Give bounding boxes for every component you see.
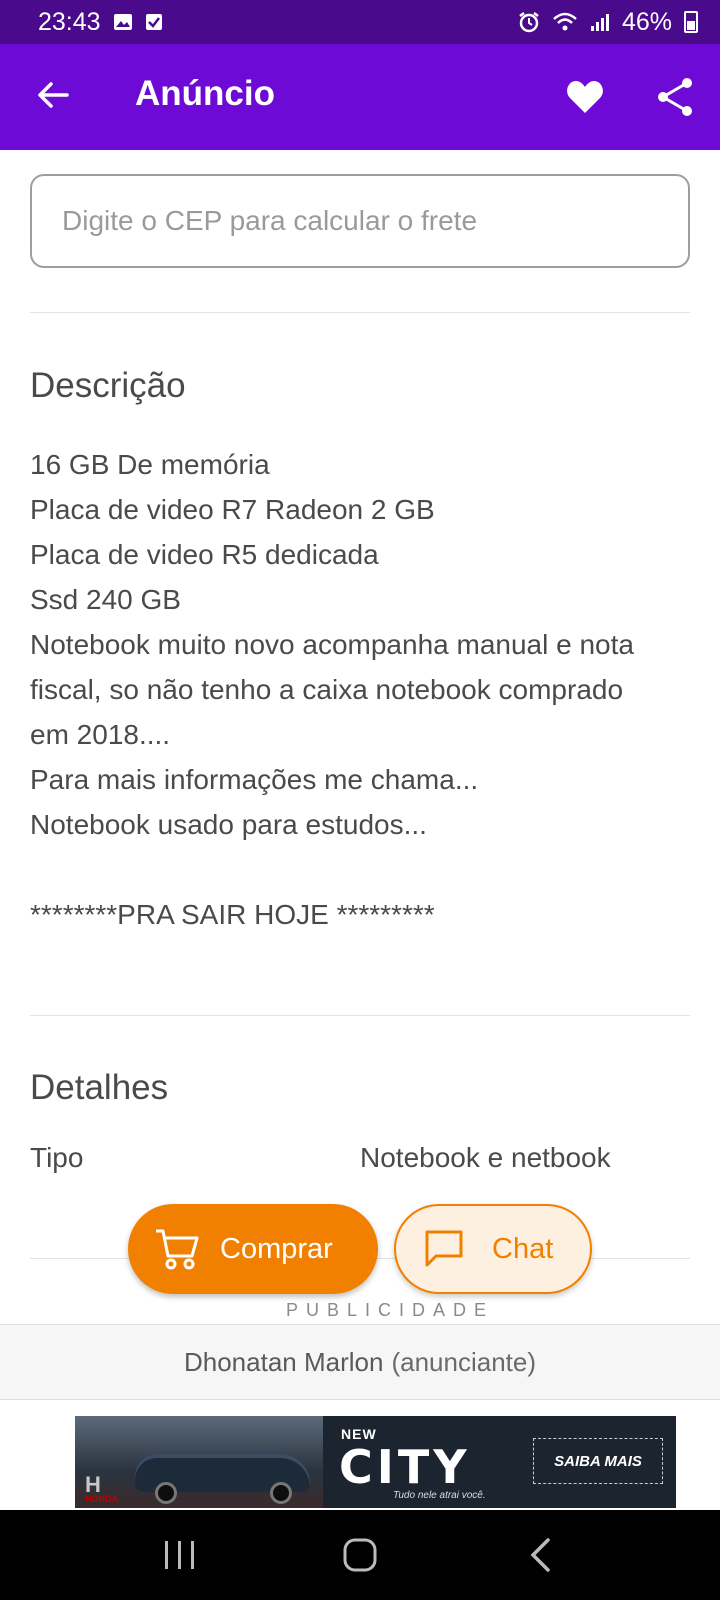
status-right: 46% <box>518 8 698 37</box>
recent-apps-button[interactable] <box>145 1520 215 1590</box>
signal-icon <box>590 12 610 32</box>
home-icon <box>343 1538 377 1572</box>
checkbox-icon <box>145 13 163 31</box>
description-title: Descrição <box>30 366 186 405</box>
description-line: Placa de video R5 dedicada <box>30 539 379 570</box>
ad-brand: HONDA <box>85 1494 118 1504</box>
favorite-button[interactable] <box>562 74 608 120</box>
status-time: 23:43 <box>38 7 101 36</box>
system-nav-bar <box>0 1510 720 1600</box>
battery-icon <box>684 11 698 33</box>
app-bar: Anúncio <box>0 44 720 150</box>
buy-button[interactable]: Comprar <box>128 1204 378 1294</box>
wifi-icon <box>552 11 578 33</box>
battery-percent: 46% <box>621 7 672 36</box>
ad-label: PUBLICIDADE <box>285 1300 495 1320</box>
image-icon <box>113 13 133 31</box>
description-body: 16 GB De memória Placa de video R7 Radeo… <box>30 442 695 937</box>
recent-apps-icon <box>165 1541 194 1569</box>
ad-cta-button[interactable]: SAIBA MAIS <box>533 1438 663 1484</box>
cep-input[interactable] <box>30 174 690 268</box>
detail-label: Tipo <box>30 1142 84 1173</box>
description-line: fiscal, so não tenho a caixa notebook co… <box>30 674 624 705</box>
ad-tagline: Tudo nele atrai você. <box>393 1490 486 1501</box>
page-title: Anúncio <box>135 74 275 113</box>
ad-model: CITY <box>339 1440 471 1494</box>
description-line: Ssd 240 GB <box>30 584 181 615</box>
ad-text: NEW CITY Tudo nele atrai você. SAIBA MAI… <box>323 1416 676 1508</box>
description-line <box>30 847 695 892</box>
heart-icon <box>567 81 603 113</box>
home-button[interactable] <box>325 1520 395 1590</box>
description-line: em 2018.... <box>30 719 171 750</box>
description-line: Placa de video R7 Radeon 2 GB <box>30 494 435 525</box>
seller-name: Dhonatan Marlon <box>183 1346 384 1377</box>
nav-back-button[interactable] <box>505 1520 575 1590</box>
back-button[interactable] <box>30 72 76 118</box>
divider <box>30 1015 690 1016</box>
description-line: Notebook muito novo acompanha manual e n… <box>30 629 634 660</box>
description-line: Para mais informações me chama... <box>30 764 479 795</box>
cart-icon <box>156 1229 199 1270</box>
back-arrow-icon <box>38 82 69 108</box>
description-line: ********PRA SAIR HOJE ********* <box>30 899 435 930</box>
status-left: 23:43 <box>38 8 163 37</box>
divider <box>30 312 690 313</box>
alarm-icon <box>518 11 540 33</box>
ad-wheel <box>155 1482 177 1504</box>
chat-button-label: Chat <box>492 1232 554 1265</box>
description-line: Notebook usado para estudos... <box>30 809 427 840</box>
buy-button-label: Comprar <box>220 1232 333 1265</box>
back-icon <box>530 1538 550 1572</box>
seller-bar[interactable]: Dhonatan Marlon (anunciante) <box>0 1324 720 1400</box>
seller-role: (anunciante) <box>391 1346 536 1377</box>
share-icon <box>658 78 692 116</box>
ad-banner[interactable]: H HONDA NEW CITY Tudo nele atrai você. S… <box>75 1416 676 1508</box>
details-title: Detalhes <box>30 1068 169 1107</box>
detail-value: Notebook e netbook <box>360 1142 611 1173</box>
chat-button[interactable]: Chat <box>394 1204 592 1294</box>
ad-car-image: H HONDA <box>75 1416 323 1508</box>
status-bar: 23:43 46% <box>0 0 720 44</box>
chat-bubble-icon <box>425 1230 463 1267</box>
description-line: 16 GB De memória <box>30 449 270 480</box>
share-button[interactable] <box>652 74 698 120</box>
ad-wheel <box>270 1482 292 1504</box>
